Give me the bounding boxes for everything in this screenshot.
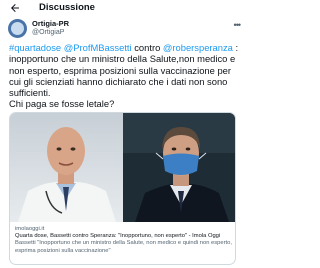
tweet-text-segment: contro xyxy=(131,42,163,53)
card-title: Quarta dose, Bassetti contro Speranza: "… xyxy=(15,233,221,239)
portrait-photo-right xyxy=(123,113,235,222)
more-dots-icon[interactable]: ••• xyxy=(234,21,242,30)
tweet-text: #quartadose @ProfMBassetti contro @rober… xyxy=(9,42,244,110)
mention-link[interactable]: @robersperanza xyxy=(163,42,233,53)
tweet-author-row: Ortigia-PR @OrtigiaP ••• xyxy=(8,19,242,39)
card-meta: imolaoggi.it Quarta dose, Bassetti contr… xyxy=(15,225,233,255)
tweet-question: Chi paga se fosse letale? xyxy=(9,98,115,110)
card-domain: imolaoggi.it xyxy=(15,226,45,232)
mention-link[interactable]: @ProfMBassetti xyxy=(64,42,132,53)
portrait-photo-left xyxy=(10,113,123,222)
arrow-left-icon[interactable] xyxy=(9,2,21,14)
author-handle[interactable]: @OrtigiaP xyxy=(32,28,64,37)
page-title: Discussione xyxy=(39,2,95,13)
avatar[interactable] xyxy=(8,19,27,38)
top-bar: Discussione xyxy=(0,0,250,16)
card-image xyxy=(10,113,235,222)
card-description: Bassetti "Inopportuno che un ministro de… xyxy=(15,240,233,254)
author-name[interactable]: Ortigia-PR xyxy=(32,19,69,28)
link-preview-card[interactable]: imolaoggi.it Quarta dose, Bassetti contr… xyxy=(9,112,236,265)
hashtag-link[interactable]: #quartadose xyxy=(9,42,61,53)
